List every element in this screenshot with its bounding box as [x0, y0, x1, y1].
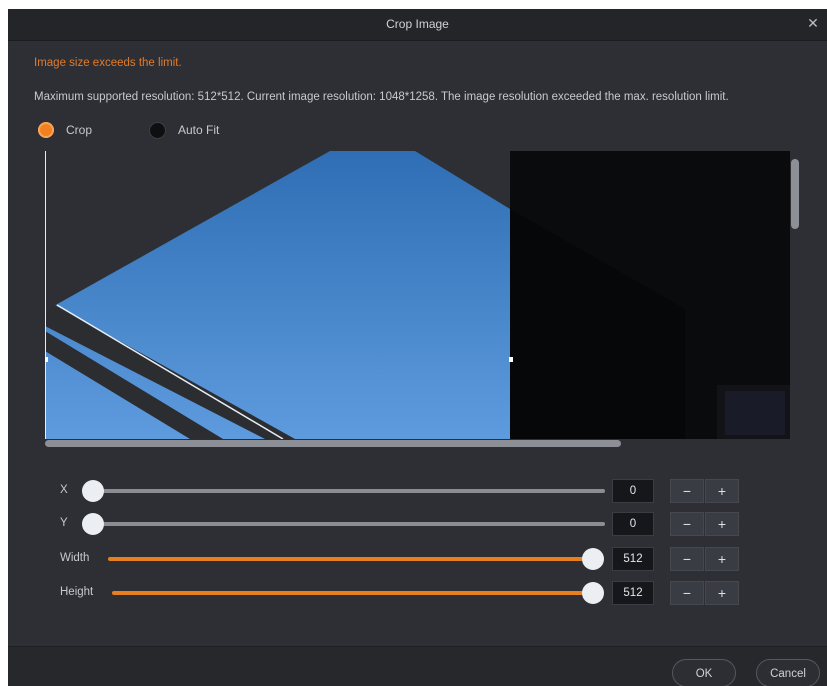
height-value-input[interactable]: 512 — [612, 581, 654, 605]
width-slider-handle[interactable] — [582, 548, 604, 570]
x-slider-track[interactable] — [94, 489, 605, 493]
crop-image-dialog: Crop Image ✕ Image size exceeds the limi… — [8, 9, 827, 686]
height-increment-button[interactable]: + — [705, 581, 739, 605]
x-slider-handle[interactable] — [82, 480, 104, 502]
radio-unselected-icon — [149, 121, 166, 139]
x-increment-button[interactable]: + — [705, 479, 739, 503]
image-preview[interactable] — [45, 151, 790, 439]
resolution-info: Maximum supported resolution: 512*512. C… — [34, 91, 729, 103]
height-decrement-button[interactable]: − — [670, 581, 704, 605]
y-control-row: Y 0 − + — [8, 510, 827, 538]
width-increment-button[interactable]: + — [705, 547, 739, 571]
y-slider-handle[interactable] — [82, 513, 104, 535]
y-label: Y — [60, 517, 68, 529]
x-value-input[interactable]: 0 — [612, 479, 654, 503]
y-slider-track[interactable] — [94, 522, 605, 526]
vertical-scrollbar[interactable] — [791, 159, 799, 229]
cancel-button[interactable]: Cancel — [756, 659, 820, 686]
y-decrement-button[interactable]: − — [670, 512, 704, 536]
height-slider-handle[interactable] — [582, 582, 604, 604]
radio-selected-icon — [38, 122, 54, 138]
width-slider-track[interactable] — [108, 557, 592, 561]
x-decrement-button[interactable]: − — [670, 479, 704, 503]
height-label: Height — [60, 586, 94, 598]
title-bar: Crop Image ✕ — [8, 9, 827, 41]
dialog-footer: OK Cancel — [8, 646, 827, 686]
width-decrement-button[interactable]: − — [670, 547, 704, 571]
close-icon[interactable]: ✕ — [805, 15, 821, 31]
y-increment-button[interactable]: + — [705, 512, 739, 536]
y-value-input[interactable]: 0 — [612, 512, 654, 536]
preview-image — [45, 151, 790, 439]
crop-radio-label: Crop — [66, 123, 93, 137]
height-control-row: Height 512 − + — [8, 579, 827, 607]
width-control-row: Width 512 − + — [8, 545, 827, 573]
auto-fit-radio[interactable]: Auto Fit — [149, 120, 219, 140]
auto-fit-radio-label: Auto Fit — [178, 123, 220, 137]
warning-message: Image size exceeds the limit. — [34, 57, 182, 69]
x-control-row: X 0 − + — [8, 477, 827, 505]
x-label: X — [60, 484, 68, 496]
crop-radio[interactable]: Crop — [38, 120, 92, 140]
height-slider-track[interactable] — [112, 591, 592, 595]
dialog-title: Crop Image — [386, 17, 449, 31]
width-value-input[interactable]: 512 — [612, 547, 654, 571]
ok-button[interactable]: OK — [672, 659, 736, 686]
horizontal-scrollbar[interactable] — [45, 440, 621, 447]
width-label: Width — [60, 552, 90, 564]
